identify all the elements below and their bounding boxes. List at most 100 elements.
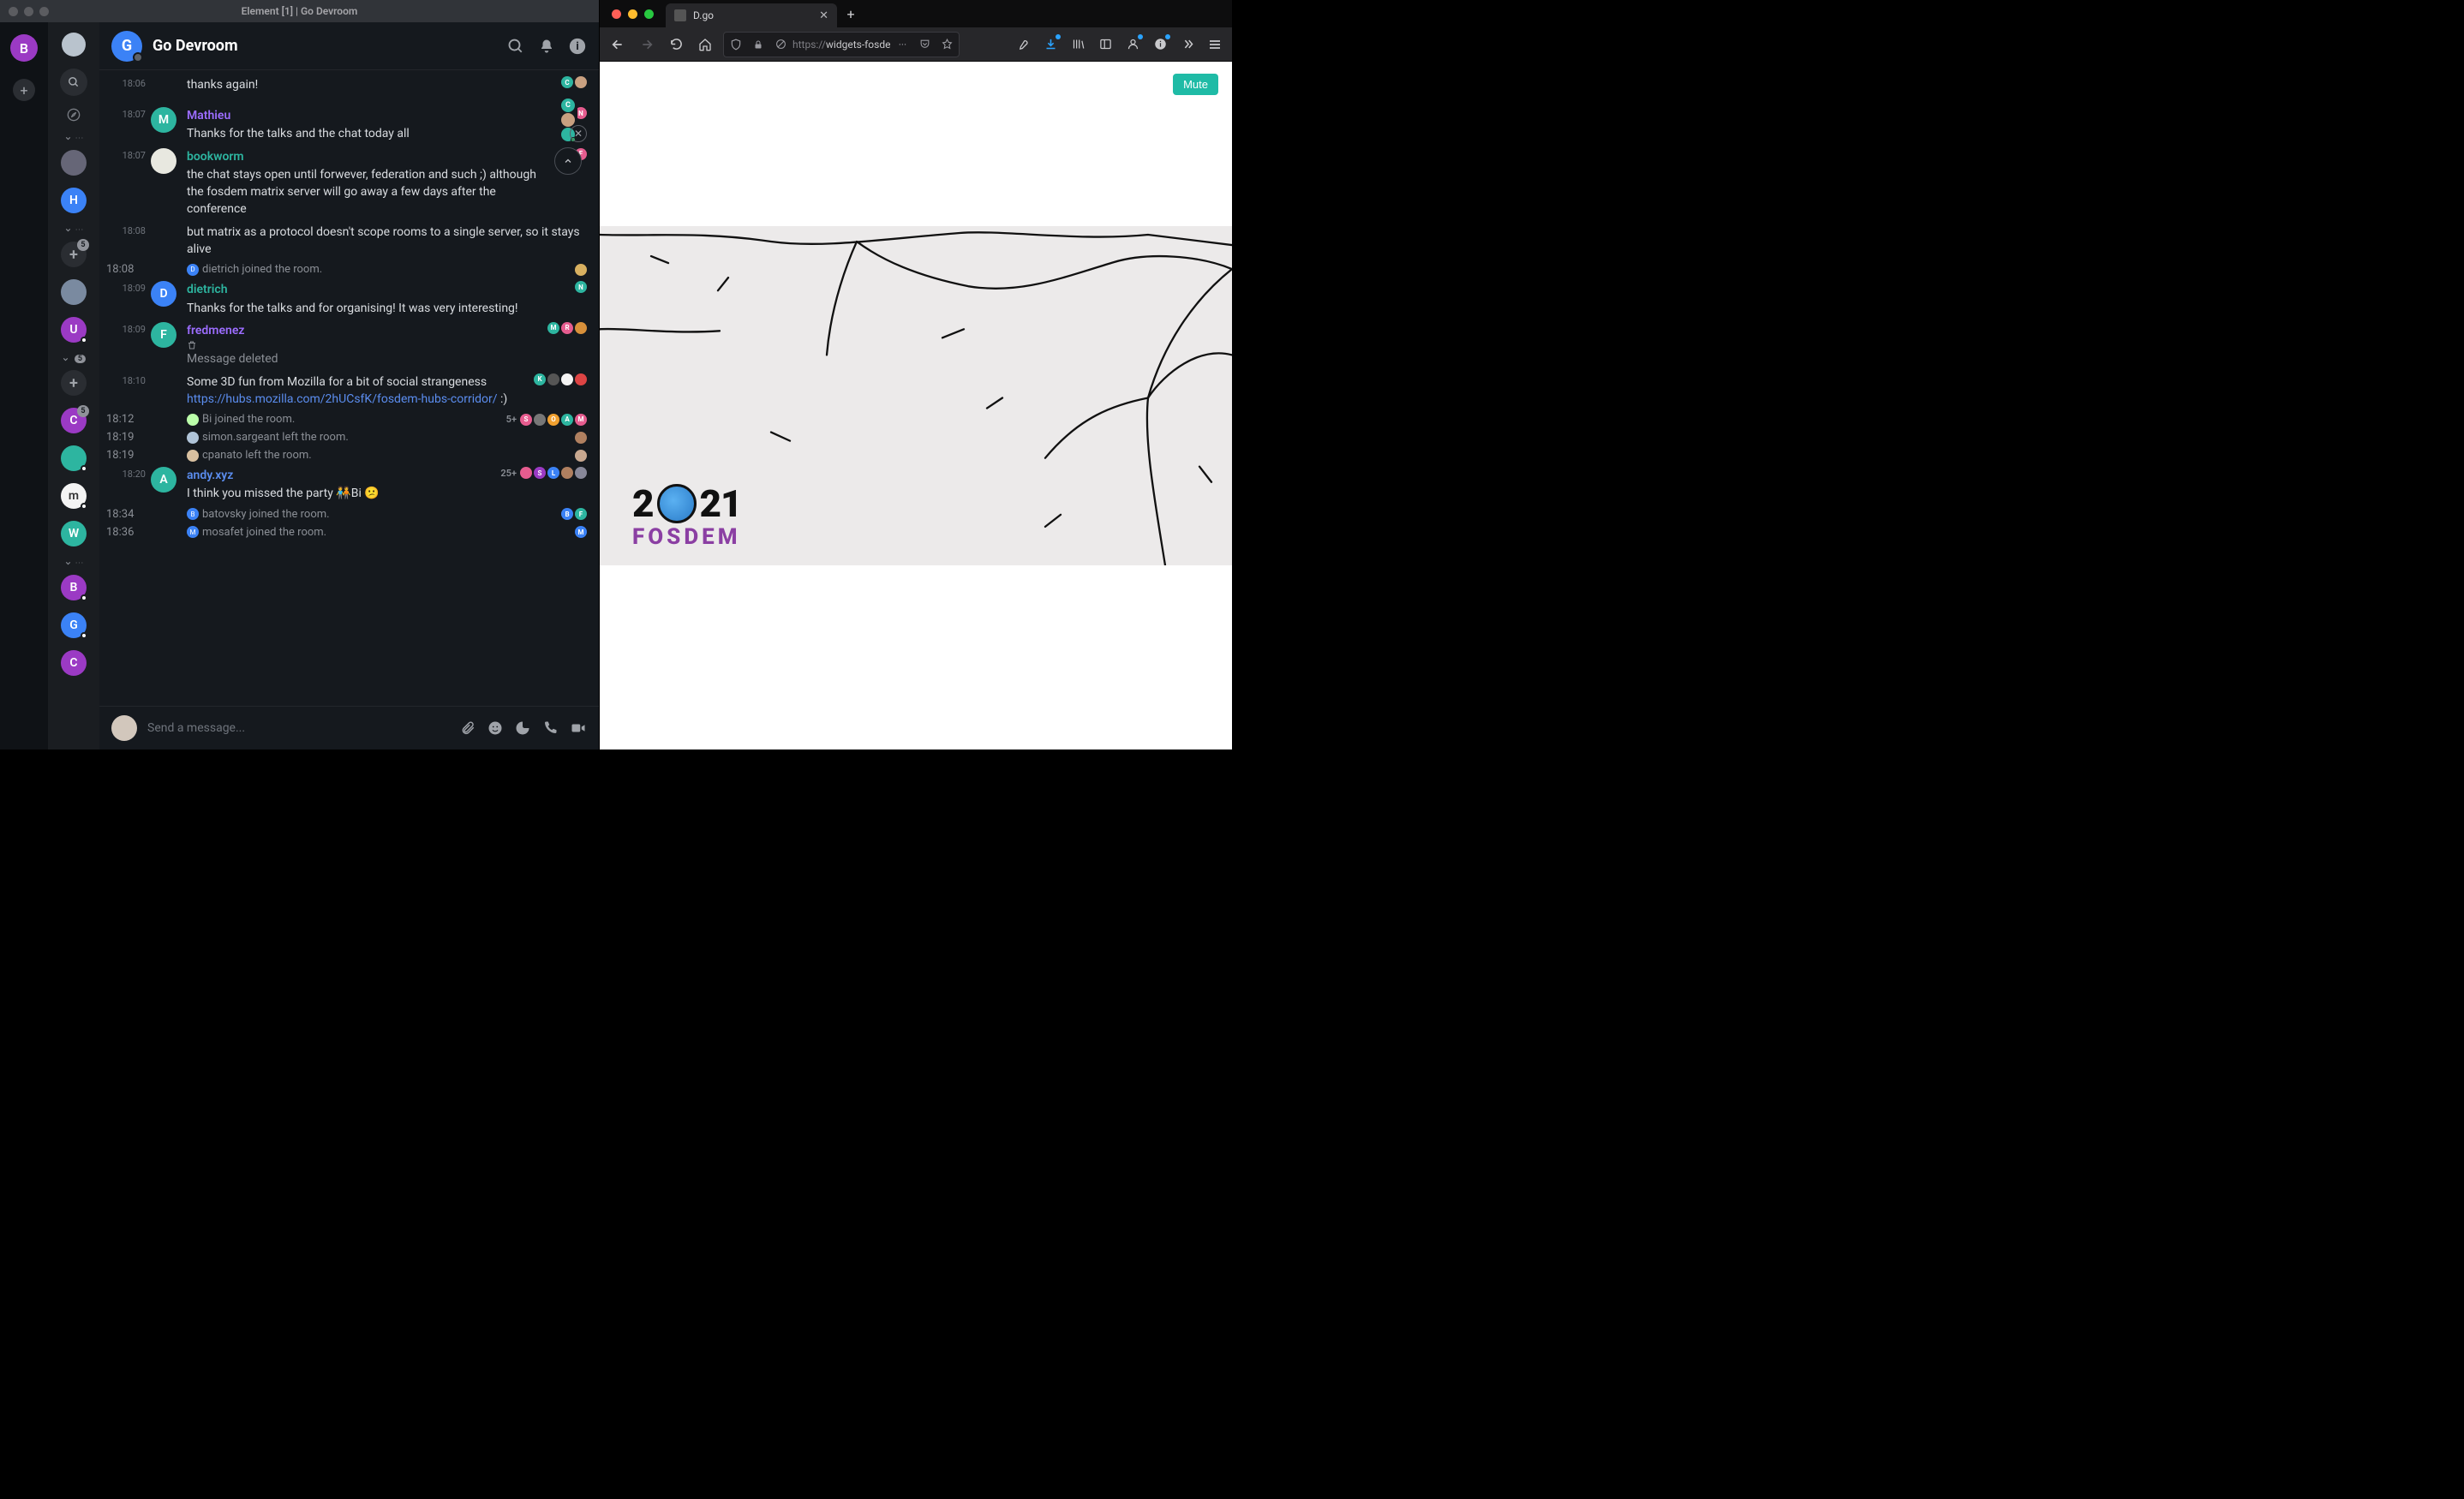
emoji-icon [487,720,503,736]
forward-button[interactable] [634,32,660,57]
pocket-button[interactable] [914,34,935,55]
read-receipts [575,450,587,462]
search-button[interactable] [60,69,87,96]
add-room-button[interactable]: + [61,370,87,396]
shield-button[interactable] [726,34,746,55]
traffic-lights [600,0,666,27]
read-receipts: C [561,76,587,88]
download-icon [1044,38,1057,51]
element-body: B + ⋯H⋯+5U5+C5mW⋯BGC G Go Devroom [0,22,599,750]
firefox-tabbar: D.go ✕ + [600,0,1232,27]
hamburger-icon [1208,38,1222,51]
message-timestamp: 18:07 [106,148,146,161]
user-avatar[interactable] [62,33,86,57]
read-receipt-avatar [575,467,587,479]
bookmark-button[interactable] [936,34,957,55]
event-timestamp: 18:36 [106,526,146,539]
overflow-button[interactable] [1175,33,1199,57]
library-button[interactable] [1066,33,1090,57]
downloads-button[interactable] [1038,33,1062,57]
video-call-button[interactable] [570,720,587,736]
message: 18:10Some 3D fun from Mozilla for a bit … [99,371,599,411]
app-menu-button[interactable] [1203,33,1227,57]
room-search-button[interactable] [506,37,525,56]
message-input[interactable]: Send a message... [147,721,450,735]
block-icon [775,39,786,50]
room-item[interactable]: C [61,650,87,676]
new-tab-button[interactable]: + [837,0,864,27]
receipt-count: 25+ [500,468,517,479]
room-item[interactable]: m [61,483,87,509]
logo-word: FOSDEM [632,524,742,550]
scroll-up-button[interactable] [554,147,582,175]
info-icon: i [569,38,586,55]
add-space-button[interactable]: + [13,79,35,101]
room-item[interactable]: B [61,575,87,600]
back-button[interactable] [605,32,631,57]
chat-header: G Go Devroom i [99,22,599,70]
message-timestamp: 18:09 [106,322,146,335]
page-actions-button[interactable]: ··· [892,34,912,55]
room-item[interactable]: G [61,612,87,638]
read-receipt-avatar: K [534,373,546,385]
add-room-button[interactable]: +5 [61,242,87,267]
message-list[interactable]: C ✕ 18:06thanks again!C18:07MMathieuThan… [99,70,599,706]
space-avatar[interactable]: B [10,34,38,62]
read-receipt-avatar [575,264,587,276]
room-item[interactable]: W [61,521,87,546]
attach-button[interactable] [460,720,477,736]
message-avatar: M [151,107,176,133]
message-link[interactable]: https://hubs.mozilla.com/2hUCsfK/fosdem-… [187,392,498,406]
permissions-button[interactable] [770,34,791,55]
room-avatar[interactable]: G [111,31,142,62]
close-icon[interactable] [612,9,621,19]
room-item[interactable] [61,445,87,471]
explore-button[interactable] [67,108,81,122]
search-icon [508,39,523,54]
video-embed[interactable]: 2 21 FOSDEM [600,226,1232,565]
section-toggle[interactable]: ⋯ [48,225,99,235]
message: 18:07MMathieuThanks for the talks and th… [99,105,599,146]
notification-dot-icon [1138,34,1143,39]
section-toggle[interactable]: ⋯ [48,558,99,568]
notifications-button[interactable] [537,37,556,56]
devtools-button[interactable] [1011,33,1035,57]
sticker-button[interactable] [515,720,532,736]
room-item[interactable]: U [61,317,87,343]
event-avatar: M [187,526,199,538]
room-item[interactable]: C5 [61,408,87,433]
browser-tab[interactable]: D.go ✕ [666,3,837,27]
membership-event: 18:08Ddietrich joined the room. [99,260,599,278]
read-receipts: N [575,281,587,293]
room-item[interactable]: H [61,188,87,213]
read-receipt-avatar [561,113,575,127]
home-button[interactable] [692,32,718,57]
message-body: Thanks for the talks and for organising!… [187,300,570,317]
emoji-button[interactable] [487,720,505,736]
lock-button[interactable] [748,34,769,55]
minimize-icon[interactable] [628,9,637,19]
url-bar[interactable]: https://widgets-fosde ··· [723,32,960,57]
dismiss-receipts-button[interactable]: ✕ [570,125,587,142]
close-tab-button[interactable]: ✕ [819,9,828,22]
section-toggle[interactable]: 5 [48,355,99,363]
voice-call-button[interactable] [542,720,559,736]
sticker-icon [515,720,530,736]
section-toggle[interactable]: ⋯ [48,134,99,143]
room-info-button[interactable]: i [568,37,587,56]
zoom-icon[interactable] [644,9,654,19]
sidebar-button[interactable] [1093,33,1117,57]
event-timestamp: 18:19 [106,449,146,462]
account-button[interactable] [1121,33,1145,57]
message-sender: andy.xyz [187,467,495,484]
room-item[interactable] [61,279,87,305]
mute-button[interactable]: Mute [1173,74,1218,95]
account-icon [1127,38,1139,51]
shield-icon [730,39,742,51]
event-text: cpanato left the room. [202,449,312,462]
reload-button[interactable] [663,32,689,57]
room-item[interactable] [61,150,87,176]
event-timestamp: 18:12 [106,413,146,426]
globe-icon [657,484,697,523]
whatsnew-button[interactable] [1148,33,1172,57]
